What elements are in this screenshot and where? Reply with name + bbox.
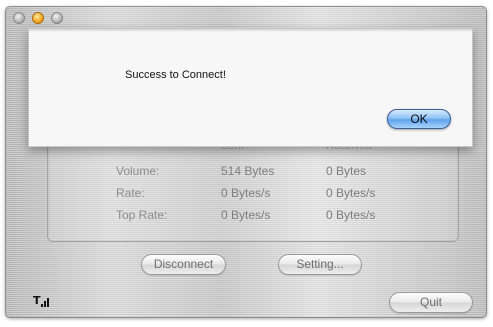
volume-label: Volume: — [116, 164, 160, 178]
volume-sent-value: 514 Bytes — [221, 164, 275, 178]
ok-button[interactable]: OK — [387, 109, 451, 129]
rate-label: Rate: — [116, 186, 145, 200]
zoom-window-button[interactable] — [51, 12, 63, 24]
rate-received-value: 0 Bytes/s — [326, 186, 376, 200]
top-rate-sent-value: 0 Bytes/s — [221, 208, 271, 222]
dialog-top-shadow — [29, 29, 472, 32]
dialog-message: Success to Connect! — [125, 69, 226, 81]
signal-strength-icon: T — [33, 295, 51, 307]
top-rate-label: Top Rate: — [116, 208, 168, 222]
disconnect-button[interactable]: Disconnect — [141, 254, 226, 275]
rate-sent-value: 0 Bytes/s — [221, 186, 271, 200]
close-window-button[interactable] — [13, 12, 25, 24]
volume-received-value: 0 Bytes — [326, 164, 367, 178]
quit-button[interactable]: Quit — [389, 292, 473, 313]
alert-dialog: Success to Connect! OK — [28, 28, 473, 147]
top-rate-received-value: 0 Bytes/s — [326, 208, 376, 222]
setting-button[interactable]: Setting... — [278, 254, 362, 275]
minimize-window-button[interactable] — [32, 12, 44, 24]
